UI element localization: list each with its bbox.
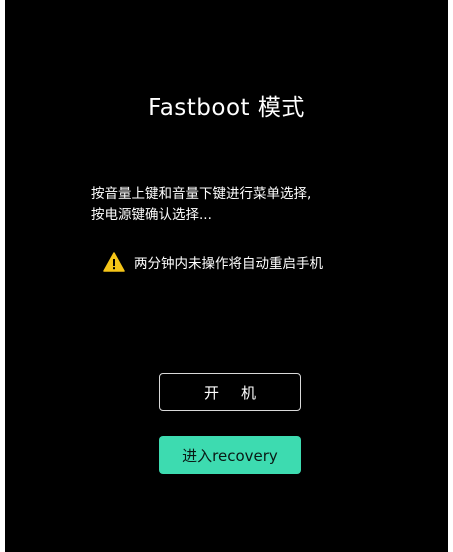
recovery-button[interactable]: 进入recovery — [159, 436, 301, 474]
boot-button-label: 开机 — [203, 383, 278, 402]
instruction-line-1: 按音量上键和音量下键进行菜单选择, — [91, 186, 312, 202]
warning-message: 两分钟内未操作将自动重启手机 — [103, 251, 323, 273]
page-title: Fastboot 模式 — [148, 95, 305, 121]
warning-text: 两分钟内未操作将自动重启手机 — [134, 256, 323, 272]
recovery-button-label: 进入recovery — [182, 446, 278, 465]
instructions: 按音量上键和音量下键进行菜单选择, 按电源键确认选择... — [91, 184, 311, 226]
instruction-line-2: 按电源键确认选择... — [91, 207, 212, 223]
boot-button[interactable]: 开机 — [159, 373, 301, 411]
warning-triangle-icon — [103, 252, 125, 272]
fastboot-screen: Fastboot 模式 按音量上键和音量下键进行菜单选择, 按电源键确认选择..… — [5, 0, 448, 552]
